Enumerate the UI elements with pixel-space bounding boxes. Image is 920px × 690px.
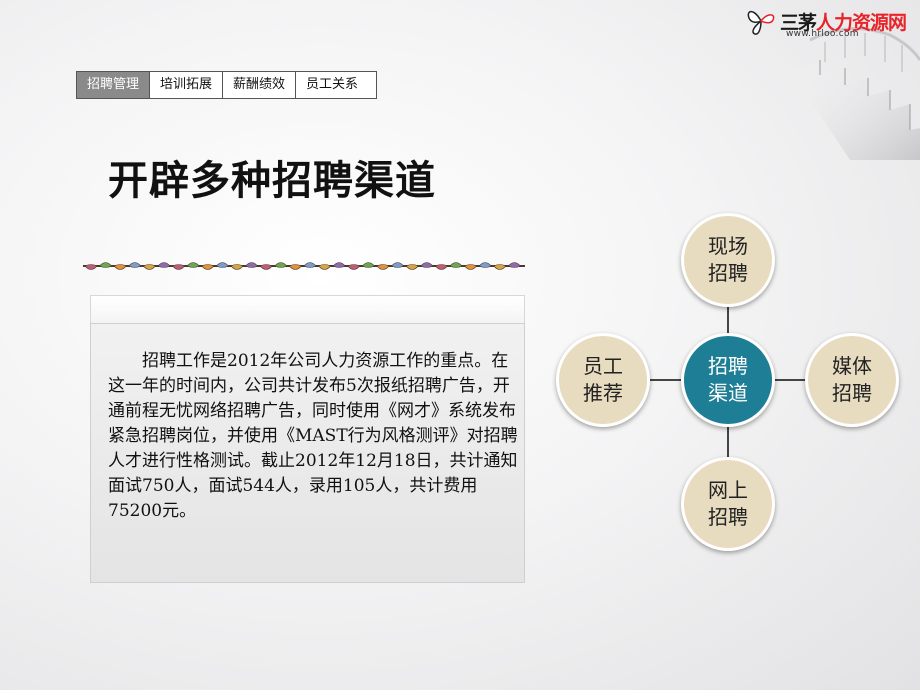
content-card: 招聘工作是2012年公司人力资源工作的重点。在这一年的时间内，公司共计发布5次报… [90,295,525,583]
divider-leaf [201,264,215,270]
divider-leaf [361,262,375,268]
node-referral-label: 员工推荐 [583,354,623,405]
divider-leaf [215,262,229,268]
leaf-divider [83,262,525,270]
divider-leaf [99,262,113,268]
divider-leaf [84,264,98,270]
divider-leaf [303,262,317,268]
node-center-label: 招聘渠道 [708,354,748,405]
divider-leaf [259,264,273,270]
divider-leaf [172,264,186,270]
node-media-recruitment: 媒体招聘 [805,333,899,427]
page-title: 开辟多种招聘渠道 [108,158,436,204]
divider-leaf [493,264,507,270]
divider-leaf [391,262,405,268]
divider-leaf [274,262,288,268]
divider-leaf [376,264,390,270]
tab-training[interactable]: 培训拓展 [150,72,224,98]
recruitment-channel-diagram: 现场招聘 招聘渠道 员工推荐 媒体招聘 网上招聘 [550,210,910,560]
divider-leaf [186,262,200,268]
divider-leaf [157,262,171,268]
divider-leaf [128,262,142,268]
node-onsite-recruitment: 现场招聘 [681,213,775,307]
node-employee-referral: 员工推荐 [556,333,650,427]
divider-leaf [230,264,244,270]
site-logo[interactable]: 三茅人力资源网 www.hrloo.com [746,4,918,44]
butterfly-logo-icon [747,10,775,35]
section-tabs: 招聘管理 培训拓展 薪酬绩效 员工关系 [76,71,378,99]
node-recruitment-channels: 招聘渠道 [681,333,775,427]
divider-leaf [318,264,332,270]
divider-leaf [405,264,419,270]
tab-recruitment[interactable]: 招聘管理 [77,72,151,98]
divider-leaf [478,262,492,268]
divider-leaf [332,262,346,268]
content-paragraph: 招聘工作是2012年公司人力资源工作的重点。在这一年的时间内，公司共计发布5次报… [108,351,518,521]
node-onsite-label: 现场招聘 [708,234,748,285]
divider-leaf [113,264,127,270]
divider-leaf [245,262,259,268]
divider-leaf [449,262,463,268]
logo-url: www.hrloo.com [786,29,859,39]
divider-leaf [288,264,302,270]
divider-leaf [420,262,434,268]
tab-employee-relations[interactable]: 员工关系 [296,72,377,98]
divider-leaf [347,264,361,270]
connector-right [770,379,806,381]
divider-leaf [434,264,448,270]
node-online-label: 网上招聘 [708,478,748,529]
divider-leaf [464,264,478,270]
divider-leaf [507,262,521,268]
node-media-label: 媒体招聘 [832,354,872,405]
node-online-recruitment: 网上招聘 [681,457,775,551]
tab-compensation[interactable]: 薪酬绩效 [223,72,297,98]
divider-leaf [142,264,156,270]
